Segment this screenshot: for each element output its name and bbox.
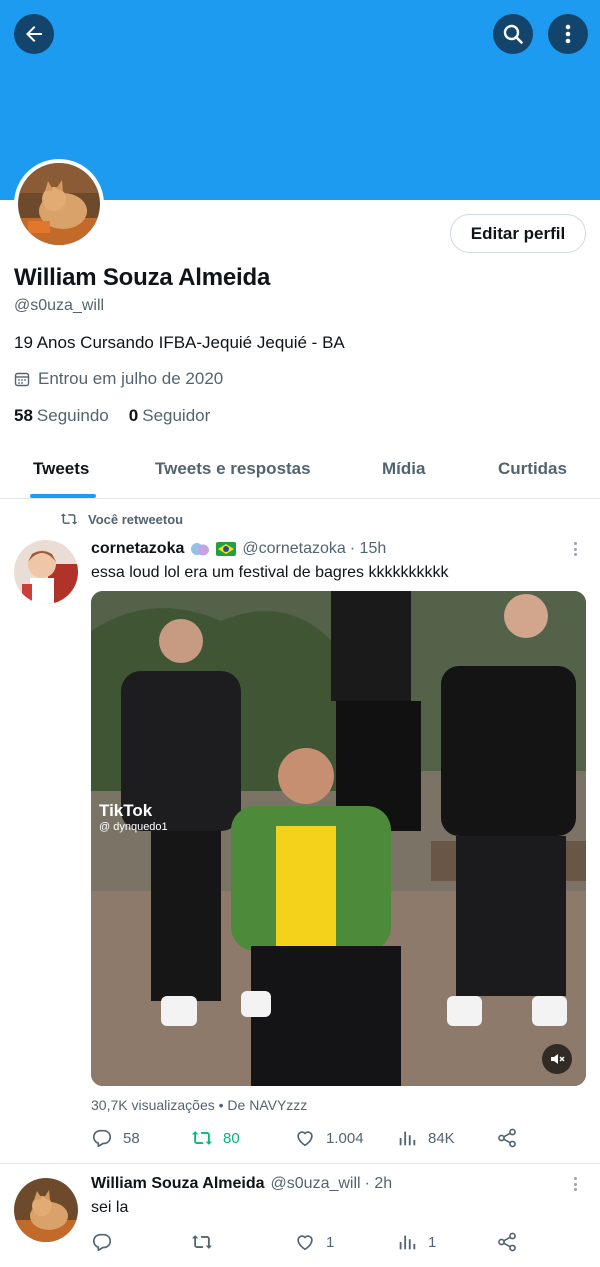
search-icon: [503, 24, 523, 44]
author-name[interactable]: cornetazoka: [91, 540, 184, 558]
anime-avatar-image: [14, 540, 78, 604]
tab-tweets[interactable]: Tweets: [33, 459, 89, 479]
mute-icon: [551, 1054, 565, 1064]
share-icon: [498, 1128, 516, 1148]
tweet-more-button[interactable]: [568, 1175, 582, 1193]
retweet-button[interactable]: [191, 1231, 223, 1253]
like-button[interactable]: 1.004: [294, 1127, 364, 1149]
joined-date: Entrou em julho de 2020: [14, 369, 223, 389]
author-handle[interactable]: @cornetazoka: [242, 540, 345, 558]
reply-icon: [92, 1233, 112, 1252]
back-arrow-icon: [26, 26, 42, 42]
share-button[interactable]: [496, 1231, 518, 1253]
reply-icon: [92, 1129, 112, 1148]
tweet-actions: 58 80 1.004 84K: [91, 1127, 586, 1151]
following-label: Seguindo: [36, 406, 109, 425]
retweet-context: Você retweetou: [60, 510, 183, 528]
tab-likes[interactable]: Curtidas: [498, 459, 567, 479]
more-options-button[interactable]: [548, 14, 588, 54]
search-button[interactable]: [493, 14, 533, 54]
like-icon: [297, 1235, 313, 1251]
reply-button[interactable]: [91, 1231, 123, 1253]
analytics-count: 84K: [428, 1129, 455, 1147]
tweet-actions: 1 1: [91, 1231, 586, 1255]
analytics-icon: [399, 1235, 416, 1250]
tweet-header: William Souza Almeida @s0uza_will · 2h: [91, 1175, 392, 1193]
retweet-count: 80: [223, 1129, 240, 1147]
tweet-divider: [0, 1163, 600, 1164]
theater-masks-icon: [191, 543, 210, 556]
tweet-text: essa loud lol era um festival de bagres …: [91, 564, 449, 581]
reply-button[interactable]: 58: [91, 1127, 140, 1149]
following-count: 58: [14, 406, 33, 425]
like-button[interactable]: 1: [294, 1231, 334, 1253]
profile-handle: @s0uza_will: [14, 297, 105, 314]
retweet-button[interactable]: 80: [191, 1127, 240, 1149]
calendar-icon: [14, 372, 30, 387]
avatar[interactable]: [14, 1178, 78, 1242]
tweet-video[interactable]: TikTok @ dynquedo1: [91, 591, 586, 1086]
brazil-flag-icon: [216, 542, 237, 556]
more-vertical-icon: [565, 24, 571, 44]
followers-label: Seguidor: [142, 406, 211, 425]
author-handle[interactable]: @s0uza_will: [271, 1175, 361, 1193]
share-button[interactable]: [496, 1127, 518, 1149]
like-count: 1: [326, 1233, 335, 1251]
joined-text: Entrou em julho de 2020: [38, 369, 224, 388]
analytics-button[interactable]: 84K: [396, 1127, 455, 1149]
profile-tabs: Tweets Tweets e respostas Mídia Curtidas: [0, 445, 600, 499]
video-thumbnail: [91, 591, 586, 1086]
tweet-views: 30,7K visualizações • De NAVYzzz: [91, 1097, 308, 1113]
reply-count: 58: [123, 1129, 140, 1147]
tweet-header: cornetazoka @cornetazoka · 15h: [91, 540, 386, 558]
active-tab-indicator: [30, 494, 96, 498]
followers-link[interactable]: 0 Seguidor: [129, 406, 211, 426]
tiktok-watermark: TikTok @ dynquedo1: [99, 801, 168, 833]
edit-profile-button[interactable]: Editar perfil: [450, 214, 586, 253]
following-link[interactable]: 58 Seguindo: [14, 406, 109, 426]
analytics-icon: [399, 1131, 416, 1146]
profile-bio: 19 Anos Cursando IFBA-Jequié Jequié - BA: [14, 333, 345, 352]
mute-button[interactable]: [542, 1044, 572, 1074]
tweet-time[interactable]: · 15h: [350, 540, 386, 558]
tab-media[interactable]: Mídia: [382, 459, 425, 479]
profile-name: William Souza Almeida: [14, 264, 271, 291]
analytics-button[interactable]: 1: [396, 1231, 436, 1253]
retweet-context-label: Você retweetou: [88, 511, 184, 527]
tweet-text: sei la: [91, 1199, 129, 1216]
share-icon: [498, 1232, 516, 1252]
retweet-icon: [60, 513, 78, 525]
like-count: 1.004: [326, 1129, 364, 1147]
tab-tweets-and-replies[interactable]: Tweets e respostas: [155, 459, 311, 479]
follow-stats: 58 Seguindo 0 Seguidor: [14, 406, 210, 426]
profile-avatar[interactable]: [14, 159, 104, 249]
avatar[interactable]: [14, 540, 78, 604]
tweet-time[interactable]: · 2h: [365, 1175, 393, 1193]
retweet-icon: [191, 1235, 213, 1249]
cat-avatar-image: [14, 1178, 78, 1242]
tiktok-user: @ dynquedo1: [99, 821, 168, 833]
cat-avatar-image: [18, 163, 100, 245]
like-icon: [297, 1131, 313, 1147]
analytics-count: 1: [428, 1233, 437, 1251]
author-name[interactable]: William Souza Almeida: [91, 1175, 265, 1193]
retweet-icon: [191, 1131, 213, 1145]
tiktok-label: TikTok: [99, 801, 153, 820]
tweet-more-button[interactable]: [568, 540, 582, 558]
followers-count: 0: [128, 406, 139, 425]
back-button[interactable]: [14, 14, 54, 54]
